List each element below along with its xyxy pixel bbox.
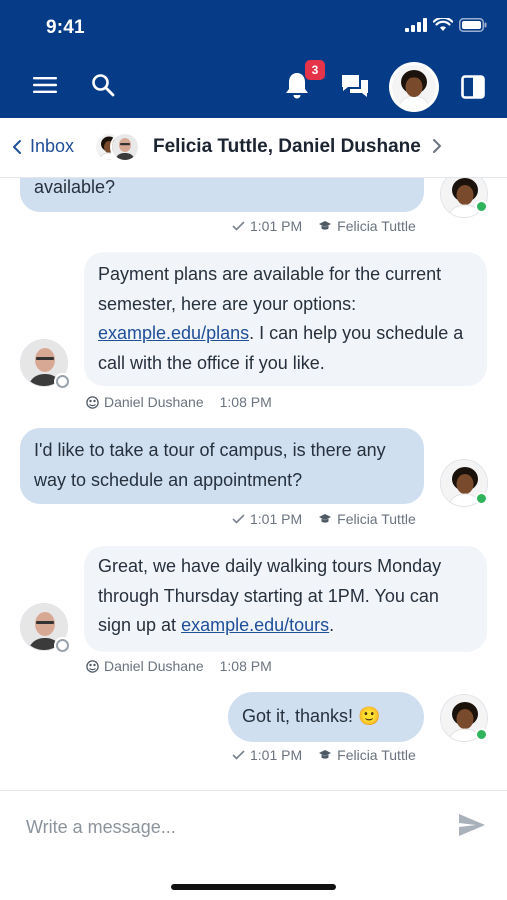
messages-button[interactable] — [338, 70, 372, 104]
search-button[interactable] — [88, 70, 118, 100]
message-meta: Daniel Dushane 1:08 PM — [86, 394, 272, 410]
conversation-details-button[interactable] — [432, 138, 442, 159]
message-bubble: Payment plans are available for the curr… — [84, 252, 487, 386]
signal-icon — [405, 18, 427, 32]
menu-icon — [33, 77, 57, 93]
offline-status-indicator — [56, 639, 69, 652]
online-status-indicator — [475, 200, 488, 213]
conversation-title[interactable]: Felicia Tuttle, Daniel Dushane — [153, 136, 421, 158]
message-text: I'd like to take a tour of campus, is th… — [34, 440, 386, 490]
chevron-left-icon — [13, 139, 21, 154]
offline-status-indicator — [56, 375, 69, 388]
back-to-inbox-link[interactable]: Inbox — [12, 136, 74, 157]
status-time: 9:41 — [46, 17, 85, 38]
message-bubble: Got it, thanks! 🙂 — [228, 692, 424, 742]
check-icon — [232, 750, 245, 760]
avatar — [392, 65, 436, 109]
message-sender: Felicia Tuttle — [337, 747, 416, 763]
status-icons — [405, 18, 487, 32]
conversation-header: Inbox Felicia Tuttle, Daniel Dushane — [0, 118, 507, 178]
message-meta: 1:01 PM Felicia Tuttle — [232, 218, 416, 234]
avatar-daniel — [110, 132, 140, 162]
message-time: 1:01 PM — [250, 747, 303, 763]
home-indicator — [171, 884, 336, 890]
message-meta: 1:01 PM Felicia Tuttle — [232, 511, 416, 527]
message-link[interactable]: example.edu/plans — [98, 323, 249, 343]
chat-icon — [342, 75, 368, 97]
check-icon — [232, 221, 245, 231]
online-status-indicator — [475, 728, 488, 741]
message-time: 1:01 PM — [250, 218, 303, 234]
menu-button[interactable] — [30, 70, 60, 100]
message-bubble: Great, we have daily walking tours Monda… — [84, 546, 487, 652]
message-text: Got it, thanks! 🙂 — [242, 706, 381, 726]
message-text: Payment plans are available for the curr… — [98, 264, 442, 314]
message-link[interactable]: example.edu/tours — [181, 615, 329, 635]
globe-icon — [86, 395, 99, 409]
send-icon — [459, 814, 485, 836]
message-text: available? — [34, 178, 116, 197]
message-sender: Daniel Dushane — [104, 394, 204, 410]
message-bubble: available? — [20, 178, 424, 212]
message-input[interactable] — [26, 813, 426, 841]
wifi-icon — [433, 18, 453, 31]
message-time: 1:08 PM — [219, 658, 272, 674]
globe-icon — [86, 659, 99, 673]
app-header: 9:41 3 — [0, 0, 507, 118]
chevron-right-icon — [433, 139, 441, 153]
search-icon — [92, 74, 115, 97]
online-status-indicator — [475, 492, 488, 505]
message-sender: Daniel Dushane — [104, 658, 204, 674]
check-icon — [232, 514, 245, 524]
battery-icon — [459, 18, 487, 32]
message-meta: 1:01 PM Felicia Tuttle — [232, 747, 416, 763]
message-text: . — [329, 615, 335, 635]
back-label: Inbox — [30, 136, 75, 156]
message-sender: Felicia Tuttle — [337, 218, 416, 234]
message-list[interactable]: available? 1:01 PM Felicia Tuttle Paymen… — [0, 178, 507, 790]
send-button[interactable] — [458, 813, 488, 839]
message-time: 1:08 PM — [219, 394, 272, 410]
message-bubble: I'd like to take a tour of campus, is th… — [20, 428, 424, 504]
panel-icon — [461, 75, 485, 99]
profile-avatar-button[interactable] — [389, 62, 439, 112]
graduation-cap-icon — [318, 749, 332, 761]
side-panel-button[interactable] — [458, 72, 488, 102]
graduation-cap-icon — [318, 513, 332, 525]
participant-avatars — [94, 132, 142, 164]
notification-badge: 3 — [305, 60, 325, 80]
message-meta: Daniel Dushane 1:08 PM — [86, 658, 272, 674]
message-sender: Felicia Tuttle — [337, 511, 416, 527]
graduation-cap-icon — [318, 220, 332, 232]
message-time: 1:01 PM — [250, 511, 303, 527]
